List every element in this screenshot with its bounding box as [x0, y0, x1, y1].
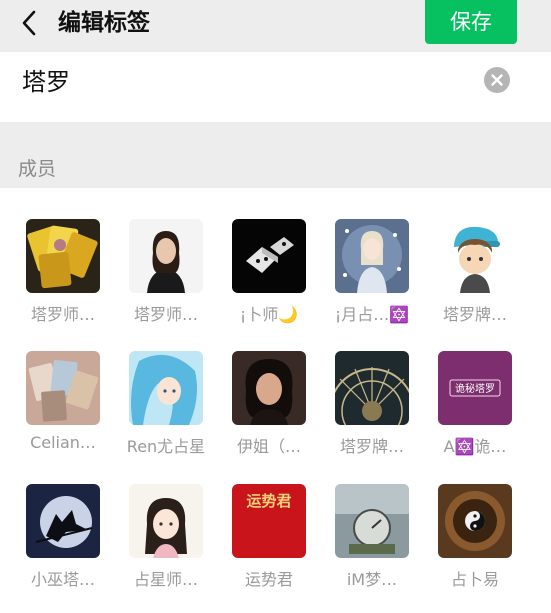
- page-title: 编辑标签: [58, 10, 150, 36]
- member-grid: 塔罗师… 塔罗师… ¡卜师🌙 ¡月占…🔯 塔罗牌… Celian… Ren尤占星…: [0, 188, 551, 613]
- member-item[interactable]: 塔罗牌…: [425, 219, 525, 339]
- member-name: iM梦…: [346, 570, 398, 589]
- member-name: 塔罗牌…: [442, 305, 507, 324]
- member-item[interactable]: 占卜易: [425, 484, 525, 604]
- member-name: 小巫塔…: [30, 570, 95, 589]
- member-item[interactable]: ¡月占…🔯: [322, 219, 422, 339]
- member-name: 占卜易: [450, 570, 499, 589]
- top-bar: 编辑标签 保存: [0, 0, 551, 52]
- member-item[interactable]: iM梦…: [322, 484, 422, 604]
- member-avatar: [129, 484, 203, 558]
- member-avatar: [335, 484, 409, 558]
- member-name: 占星师…: [133, 570, 198, 589]
- member-name: 塔罗牌…: [339, 437, 404, 456]
- member-name: ¡卜师🌙: [239, 305, 299, 324]
- member-avatar: [335, 351, 409, 425]
- member-item[interactable]: 塔罗师…: [13, 219, 113, 339]
- member-avatar: [26, 351, 100, 425]
- member-avatar: [26, 484, 100, 558]
- member-name: 运势君: [244, 570, 293, 589]
- member-name: 塔罗师…: [133, 305, 198, 324]
- save-button[interactable]: 保存: [425, 0, 517, 44]
- member-avatar: [129, 219, 203, 293]
- member-item[interactable]: Ren尤占星: [116, 351, 216, 471]
- tag-name-field[interactable]: 塔罗: [0, 52, 551, 122]
- tag-name-input[interactable]: 塔罗: [22, 62, 70, 97]
- member-item[interactable]: 小巫塔…: [13, 484, 113, 604]
- member-avatar: [129, 351, 203, 425]
- member-item[interactable]: 伊姐（…: [219, 351, 319, 471]
- close-icon: [491, 74, 503, 86]
- member-avatar: [232, 351, 306, 425]
- back-button[interactable]: [14, 6, 44, 40]
- member-item[interactable]: 诡秘塔罗 A🔯诡…: [425, 351, 525, 471]
- members-section-label: 成员: [18, 158, 57, 180]
- member-item[interactable]: 塔罗牌…: [322, 351, 422, 471]
- member-name: Celian…: [30, 433, 96, 452]
- member-name: 伊姐（…: [236, 437, 301, 456]
- member-avatar: [232, 219, 306, 293]
- member-name: ¡月占…🔯: [334, 305, 410, 324]
- logo-text: 运势君: [246, 492, 291, 510]
- member-name: A🔯诡…: [443, 437, 507, 456]
- member-avatar: [335, 219, 409, 293]
- clear-button[interactable]: [484, 67, 510, 93]
- member-item[interactable]: ¡卜师🌙: [219, 219, 319, 339]
- member-name: Ren尤占星: [126, 437, 206, 456]
- member-avatar: [438, 219, 512, 293]
- member-avatar: [438, 484, 512, 558]
- chevron-left-icon: [22, 10, 36, 36]
- member-avatar: 诡秘塔罗: [438, 351, 512, 425]
- member-avatar: [26, 219, 100, 293]
- member-avatar: 运势君: [232, 484, 306, 558]
- logo-text: 诡秘塔罗: [455, 382, 495, 395]
- member-item[interactable]: Celian…: [13, 351, 113, 471]
- member-name: 塔罗师…: [30, 305, 95, 324]
- member-item[interactable]: 占星师…: [116, 484, 216, 604]
- member-item[interactable]: 运势君 运势君: [219, 484, 319, 604]
- member-item[interactable]: 塔罗师…: [116, 219, 216, 339]
